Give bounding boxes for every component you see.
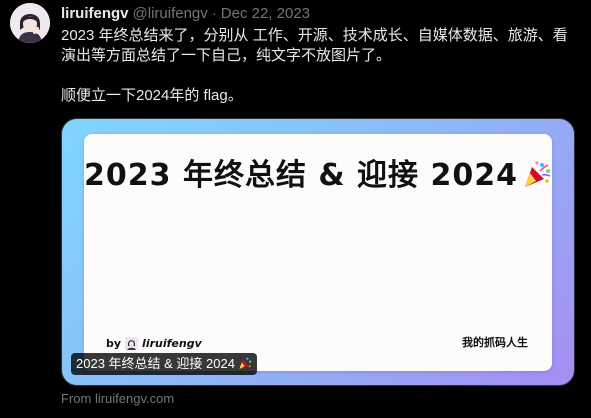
tweet-date[interactable]: Dec 22, 2023 xyxy=(221,5,310,22)
user-avatar[interactable] xyxy=(10,3,50,43)
card-label-text: 2023 年终总结 & 迎接 2024 xyxy=(76,356,235,371)
byline-by: by xyxy=(106,337,122,350)
author-name[interactable]: liruifengv xyxy=(61,5,129,22)
card-title: 2023 年终总结 & 迎接 2024 xyxy=(84,150,552,197)
tweet-header: liruifengv @liruifengv · Dec 22, 2023 xyxy=(61,5,310,23)
tweet-text-line: 顺便立一下2024年的 flag。 xyxy=(61,87,243,104)
tweet-text-line: 演出等方面总结了一下自己，纯文字不放图片了。 xyxy=(61,47,392,64)
card-byline: by liruifengv xyxy=(106,337,202,350)
card-corner-text: 我的抓码人生 xyxy=(462,336,528,349)
card-title-text: 2023 年终总结 & 迎接 2024 xyxy=(84,158,518,193)
link-card[interactable]: 2023 年终总结 & 迎接 2024 by liruifengv 我的抓码人生 … xyxy=(61,118,575,386)
header-separator: · xyxy=(211,5,217,22)
tweet-text-line: 2023 年终总结来了，分别从 工作、开源、技术成长、自媒体数据、旅游、看 xyxy=(61,27,568,44)
card-source-link[interactable]: From liruifengv.com xyxy=(61,391,174,407)
card-preview-image: 2023 年终总结 & 迎接 2024 by liruifengv 我的抓码人生 xyxy=(84,134,552,371)
card-label: 2023 年终总结 & 迎接 2024 xyxy=(71,353,257,375)
party-popper-icon xyxy=(238,355,252,377)
tweet-text: 2023 年终总结来了，分别从 工作、开源、技术成长、自媒体数据、旅游、看 演出… xyxy=(61,26,581,106)
author-handle[interactable]: @liruifengv xyxy=(133,5,208,22)
tweet[interactable]: liruifengv @liruifengv · Dec 22, 2023 2023 … xyxy=(0,0,591,418)
author-mini-avatar xyxy=(125,337,139,350)
party-popper-icon xyxy=(522,159,552,197)
byline-author: liruifengv xyxy=(142,337,202,350)
